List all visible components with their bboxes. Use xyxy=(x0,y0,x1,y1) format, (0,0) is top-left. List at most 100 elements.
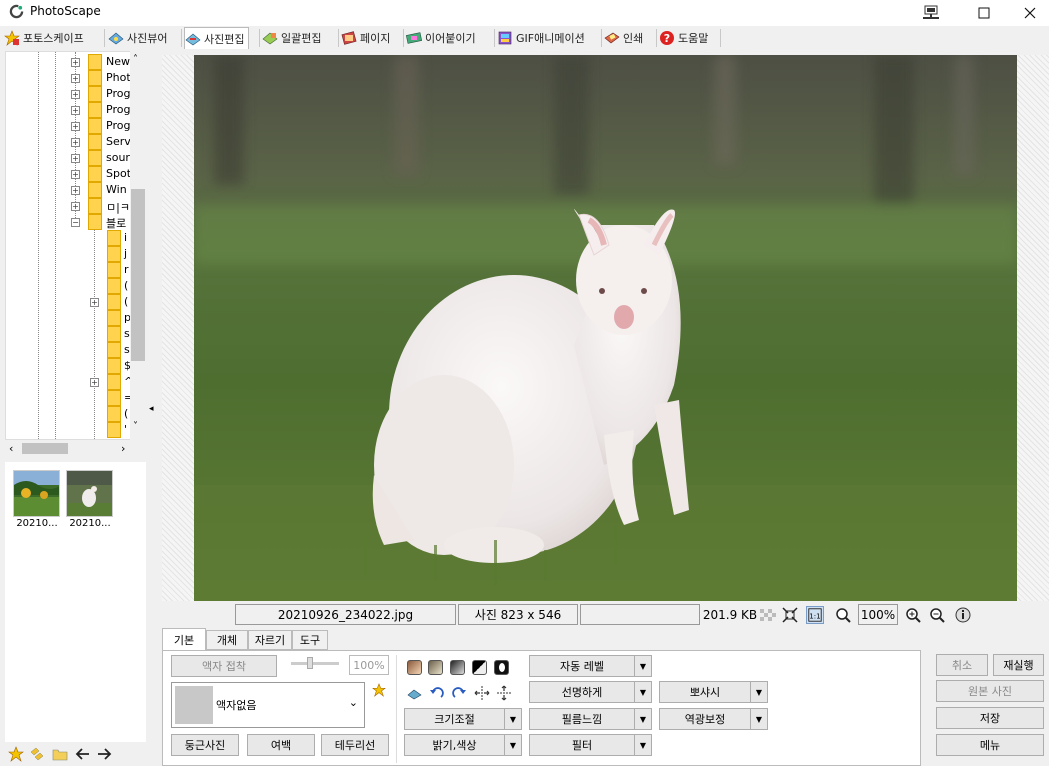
favorite-frame-star-icon[interactable] xyxy=(372,683,386,697)
zoom-out-icon[interactable] xyxy=(928,606,946,624)
round-photo-button[interactable]: 둥근사진 xyxy=(171,734,239,756)
close-button[interactable] xyxy=(1007,0,1049,26)
tree-subnode[interactable]: ' xyxy=(6,422,145,438)
back-arrow-icon[interactable] xyxy=(75,746,91,762)
original-photo-button[interactable]: 원본 사진 xyxy=(936,680,1044,702)
panel-splitter[interactable]: ◂ xyxy=(146,51,158,766)
tree-node[interactable]: + Prog xyxy=(6,118,145,134)
frame-size-value[interactable]: 100% xyxy=(349,655,389,675)
tone-bw-swatch[interactable] xyxy=(472,660,487,675)
monitor-icon[interactable] xyxy=(908,0,954,26)
tree-subnode[interactable]: s xyxy=(6,326,145,342)
scroll-up-icon[interactable]: ˄ xyxy=(133,54,138,65)
tree-node[interactable]: + ㅁ|ㅋ xyxy=(6,198,145,214)
scroll-down-icon[interactable]: ˅ xyxy=(133,421,138,432)
tab-batch[interactable]: 일괄편집 xyxy=(262,27,321,49)
filter-dropdown[interactable]: 필터 ▼ xyxy=(529,734,652,756)
tree-subnode[interactable]: = xyxy=(6,390,145,406)
favorite-star-icon[interactable] xyxy=(8,746,24,762)
margin-button[interactable]: 여백 xyxy=(247,734,315,756)
save-button[interactable]: 저장 xyxy=(936,707,1044,729)
tone-negative-swatch[interactable] xyxy=(494,660,509,675)
tree-node[interactable]: + Prog xyxy=(6,86,145,102)
flip-vertical-icon[interactable] xyxy=(496,685,512,701)
checker-bg-icon[interactable] xyxy=(759,606,777,624)
tree-subnode[interactable]: ( xyxy=(6,406,145,422)
tab-viewer[interactable]: 사진뷰어 xyxy=(108,27,167,49)
resize-dropdown[interactable]: 크기조절 ▼ xyxy=(404,708,522,730)
tree-node[interactable]: − 블로 xyxy=(6,214,145,230)
actual-size-icon[interactable]: 1:1 xyxy=(806,606,824,624)
thumbnail-1[interactable] xyxy=(13,470,60,517)
bloom-dropdown[interactable]: 뽀샤시 ▼ xyxy=(659,681,768,703)
tree-node[interactable]: + New xyxy=(6,54,145,70)
tone-sepia-swatch[interactable] xyxy=(428,660,443,675)
border-line-button[interactable]: 테두리선 xyxy=(321,734,389,756)
tree-node[interactable]: + Phot xyxy=(6,70,145,86)
sharpen-dropdown[interactable]: 선명하게 ▼ xyxy=(529,681,652,703)
frame-apply-button[interactable]: 액자 접착 xyxy=(171,655,277,677)
tree-node[interactable]: + Win xyxy=(6,182,145,198)
right-action-panel: 취소 재실행 원본 사진 저장 메뉴 xyxy=(921,650,1049,766)
tree-node[interactable]: + Spot xyxy=(6,166,145,182)
window-title: PhotoScape xyxy=(30,4,101,18)
zoom-in-icon[interactable] xyxy=(904,606,922,624)
tree-subnode[interactable]: j xyxy=(6,246,145,262)
tab-editor[interactable]: 사진편집 xyxy=(184,27,250,49)
tree-subnode[interactable]: + ^ xyxy=(6,374,145,390)
maximize-button[interactable] xyxy=(961,0,1007,26)
tree-subnode[interactable]: s xyxy=(6,342,145,358)
tab-photoscape[interactable]: 포토스케이프 xyxy=(4,27,84,49)
flip-horizontal-icon[interactable] xyxy=(474,685,490,701)
tree-subnode[interactable]: p xyxy=(6,310,145,326)
collapse-arrow-icon[interactable]: ◂ xyxy=(149,404,154,414)
tree-vscroll-thumb[interactable] xyxy=(131,189,145,361)
zoom-preview-icon[interactable] xyxy=(834,606,852,624)
forward-arrow-icon[interactable] xyxy=(96,746,112,762)
tab-page[interactable]: 페이지 xyxy=(341,27,390,49)
undo-button[interactable]: 취소 xyxy=(936,654,988,676)
tree-subnode[interactable]: i xyxy=(6,230,145,246)
info-icon[interactable] xyxy=(954,606,972,624)
auto-level-dropdown[interactable]: 자동 레벨 ▼ xyxy=(529,655,652,677)
tree-node[interactable]: + Prog xyxy=(6,102,145,118)
menu-button[interactable]: 메뉴 xyxy=(936,734,1044,756)
tab-print[interactable]: 인쇄 xyxy=(604,27,643,49)
backlight-dropdown[interactable]: 역광보정 ▼ xyxy=(659,708,768,730)
rotate-icon[interactable] xyxy=(407,685,423,701)
tab-gif[interactable]: GIF애니메이션 xyxy=(497,27,585,49)
refresh-folder-icon[interactable] xyxy=(29,746,45,762)
tree-vertical-scrollbar[interactable]: ˄ ˅ xyxy=(130,51,146,440)
brightness-color-dropdown[interactable]: 밝기,색상 ▼ xyxy=(404,734,522,756)
rotate-left-icon[interactable] xyxy=(429,685,445,701)
tree-subnode[interactable]: ( xyxy=(6,278,145,294)
edit-tabs: 기본 개체 자르기 도구 xyxy=(162,628,1049,650)
rotate-right-icon[interactable] xyxy=(451,685,467,701)
open-folder-icon[interactable] xyxy=(52,746,68,762)
scroll-left-icon[interactable]: ‹ xyxy=(9,442,13,455)
scroll-right-icon[interactable]: › xyxy=(121,442,125,455)
tree-node[interactable]: + Serv xyxy=(6,134,145,150)
tree-node[interactable]: + sour xyxy=(6,150,145,166)
photo-canvas[interactable] xyxy=(194,55,1017,601)
film-effect-dropdown[interactable]: 필름느낌 ▼ xyxy=(529,708,652,730)
tab-crop[interactable]: 자르기 xyxy=(248,630,292,650)
frame-slider[interactable] xyxy=(291,657,339,669)
tab-basic[interactable]: 기본 xyxy=(162,628,206,650)
tree-horizontal-scrollbar[interactable]: ‹ › xyxy=(5,440,146,457)
tree-subnode[interactable]: +( xyxy=(6,294,145,310)
tab-tools[interactable]: 도구 xyxy=(292,630,328,650)
tone-brown-swatch[interactable] xyxy=(407,660,422,675)
tab-object[interactable]: 개체 xyxy=(206,630,248,650)
tree-subnode[interactable]: r xyxy=(6,262,145,278)
zoom-level-field[interactable]: 100% xyxy=(858,604,898,625)
tone-gray-swatch[interactable] xyxy=(450,660,465,675)
tab-combine[interactable]: 이어붙이기 xyxy=(406,27,476,49)
tree-hscroll-thumb[interactable] xyxy=(22,443,68,454)
tree-subnode[interactable]: $ xyxy=(6,358,145,374)
frame-select[interactable]: 액자없음 ⌄ xyxy=(171,682,365,728)
fit-window-icon[interactable] xyxy=(781,606,799,624)
tab-help[interactable]: ? 도움말 xyxy=(659,27,708,49)
thumbnail-2[interactable] xyxy=(66,470,113,517)
redo-button[interactable]: 재실행 xyxy=(993,654,1044,676)
